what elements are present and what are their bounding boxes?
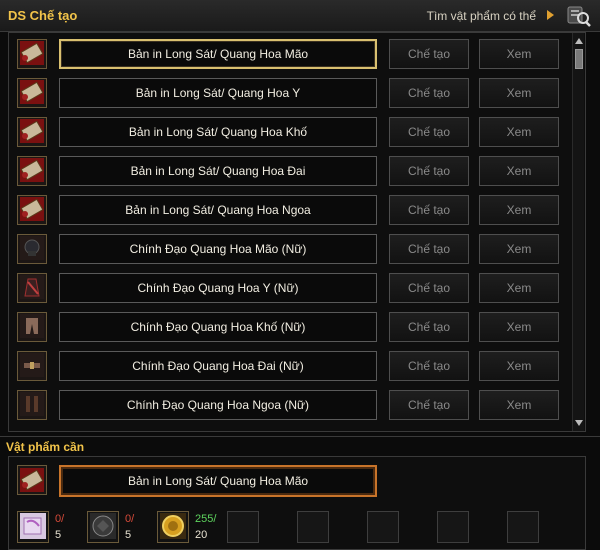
recipe-name-button[interactable]: Bản in Long Sát/ Quang Hoa Mão	[59, 39, 377, 69]
view-button[interactable]: Xem	[479, 234, 559, 264]
recipe-item-slot[interactable]	[17, 390, 47, 420]
recipe-name-button[interactable]: Bản in Long Sát/ Quang Hoa Đai	[59, 156, 377, 186]
pink-scroll-icon	[19, 512, 47, 543]
craft-button[interactable]: Chế tạo	[389, 39, 469, 69]
required-items-header: Vật phẩm cần	[0, 436, 600, 456]
material-have-count: 255/	[195, 513, 217, 525]
scroll-thumb[interactable]	[575, 49, 583, 69]
boots-icon	[19, 391, 45, 420]
recipe-row: Chính Đạo Quang Hoa Đai (Nữ) Chế tạo Xem	[9, 349, 573, 383]
recipe-name-button[interactable]: Chính Đạo Quang Hoa Y (Nữ)	[59, 273, 377, 303]
material-entry: 0/5	[87, 511, 157, 547]
recipe-row: Chính Đạo Quang Hoa Y (Nữ) Chế tạo Xem	[9, 271, 573, 305]
craft-button[interactable]: Chế tạo	[389, 117, 469, 147]
recipe-row: Bản in Long Sát/ Quang Hoa Y Chế tạo Xem	[9, 76, 573, 110]
scroll-up-icon[interactable]	[575, 38, 583, 44]
scroll-down-icon[interactable]	[575, 420, 583, 426]
view-button[interactable]: Xem	[479, 39, 559, 69]
recipe-item-slot[interactable]	[17, 195, 47, 225]
recipe-row: Bản in Long Sát/ Quang Hoa Ngoa Chế tạo Xe…	[9, 193, 573, 227]
recipe-name-button[interactable]: Bản in Long Sát/ Quang Hoa Y	[59, 78, 377, 108]
craft-button[interactable]: Chế tạo	[389, 78, 469, 108]
scroll-icon	[20, 468, 44, 492]
material-slot[interactable]	[87, 511, 119, 543]
scroll-icon	[19, 118, 45, 147]
empty-material-slot[interactable]	[297, 511, 329, 543]
recipe-item-slot[interactable]	[17, 351, 47, 381]
view-button[interactable]: Xem	[479, 78, 559, 108]
empty-material-slot[interactable]	[507, 511, 539, 543]
recipe-row: Bản in Long Sát/ Quang Hoa Đai Chế tạo Xem	[9, 154, 573, 188]
view-button[interactable]: Xem	[479, 156, 559, 186]
empty-material-slot[interactable]	[437, 511, 469, 543]
material-entry: 0/5	[17, 511, 87, 547]
required-items-panel: Bản in Long Sát/ Quang Hoa Mão 0/5 0/5 255…	[8, 456, 586, 550]
recipe-list-scrollbar[interactable]	[572, 33, 584, 431]
material-have-count: 0/	[125, 513, 135, 525]
crafting-list-title: DS Chế tạo	[8, 8, 78, 23]
scroll-icon	[19, 157, 45, 186]
recipe-name-button[interactable]: Chính Đạo Quang Hoa Mão (Nữ)	[59, 234, 377, 264]
recipe-item-slot[interactable]	[17, 117, 47, 147]
recipe-name-button[interactable]: Bản in Long Sát/ Quang Hoa Ngoa	[59, 195, 377, 225]
material-slot[interactable]	[17, 511, 49, 543]
recipe-item-slot[interactable]	[17, 156, 47, 186]
helmet-icon	[19, 235, 45, 264]
view-button[interactable]: Xem	[479, 273, 559, 303]
material-need-count: 20	[195, 529, 208, 541]
target-item-name[interactable]: Bản in Long Sát/ Quang Hoa Mão	[59, 465, 377, 497]
recipe-row: Bản in Long Sát/ Quang Hoa Mão Chế tạo Xem	[9, 37, 573, 71]
empty-material-slot[interactable]	[227, 511, 259, 543]
recipe-row: Chính Đạo Quang Hoa Khố (Nữ) Chế tạo Xem	[9, 310, 573, 344]
scroll-icon	[19, 196, 45, 225]
recipe-row: Chính Đạo Quang Hoa Ngoa (Nữ) Chế tạo Xem	[9, 388, 573, 422]
robe-icon	[19, 274, 45, 303]
recipe-name-button[interactable]: Bản in Long Sát/ Quang Hoa Khố	[59, 117, 377, 147]
target-item-slot[interactable]	[17, 465, 47, 495]
belt-icon	[19, 352, 45, 381]
recipe-item-slot[interactable]	[17, 234, 47, 264]
scroll-icon	[19, 79, 45, 108]
craft-button[interactable]: Chế tạo	[389, 195, 469, 225]
recipe-name-button[interactable]: Chính Đạo Quang Hoa Đai (Nữ)	[59, 351, 377, 381]
recipe-item-slot[interactable]	[17, 78, 47, 108]
material-need-count: 5	[125, 529, 132, 541]
recipe-row: Chính Đạo Quang Hoa Mão (Nữ) Chế tạo Xem	[9, 232, 573, 266]
recipe-name-button[interactable]: Chính Đạo Quang Hoa Ngoa (Nữ)	[59, 390, 377, 420]
recipe-item-slot[interactable]	[17, 39, 47, 69]
recipe-list-panel: Bản in Long Sát/ Quang Hoa Mão Chế tạo Xem…	[8, 32, 586, 432]
craft-button[interactable]: Chế tạo	[389, 234, 469, 264]
view-button[interactable]: Xem	[479, 390, 559, 420]
material-need-count: 5	[55, 529, 62, 541]
recipe-row: Bản in Long Sát/ Quang Hoa Khố Chế tạo Xem	[9, 115, 573, 149]
item-search-icon[interactable]	[566, 4, 592, 28]
material-slot[interactable]	[157, 511, 189, 543]
view-button[interactable]: Xem	[479, 195, 559, 225]
craft-button[interactable]: Chế tạo	[389, 390, 469, 420]
required-items-title: Vật phẩm cần	[6, 440, 85, 454]
craft-button[interactable]: Chế tạo	[389, 312, 469, 342]
view-button[interactable]: Xem	[479, 117, 559, 147]
view-button[interactable]: Xem	[479, 351, 559, 381]
crafting-header: DS Chế tạo Tìm vật phẩm có thể	[0, 0, 600, 32]
pants-icon	[19, 313, 45, 342]
scroll-icon	[19, 40, 45, 69]
material-entry: 255/20	[157, 511, 227, 547]
empty-material-slot[interactable]	[367, 511, 399, 543]
recipe-name-button[interactable]: Chính Đạo Quang Hoa Khố (Nữ)	[59, 312, 377, 342]
recipe-item-slot[interactable]	[17, 273, 47, 303]
find-craftable-link[interactable]: Tìm vật phẩm có thể	[427, 9, 536, 23]
craft-button[interactable]: Chế tạo	[389, 273, 469, 303]
dark-ore-icon	[89, 512, 117, 543]
material-have-count: 0/	[55, 513, 65, 525]
craft-button[interactable]: Chế tạo	[389, 351, 469, 381]
recipe-item-slot[interactable]	[17, 312, 47, 342]
play-arrow-icon[interactable]	[547, 10, 554, 20]
craft-button[interactable]: Chế tạo	[389, 156, 469, 186]
view-button[interactable]: Xem	[479, 312, 559, 342]
gold-coin-icon	[159, 512, 187, 543]
